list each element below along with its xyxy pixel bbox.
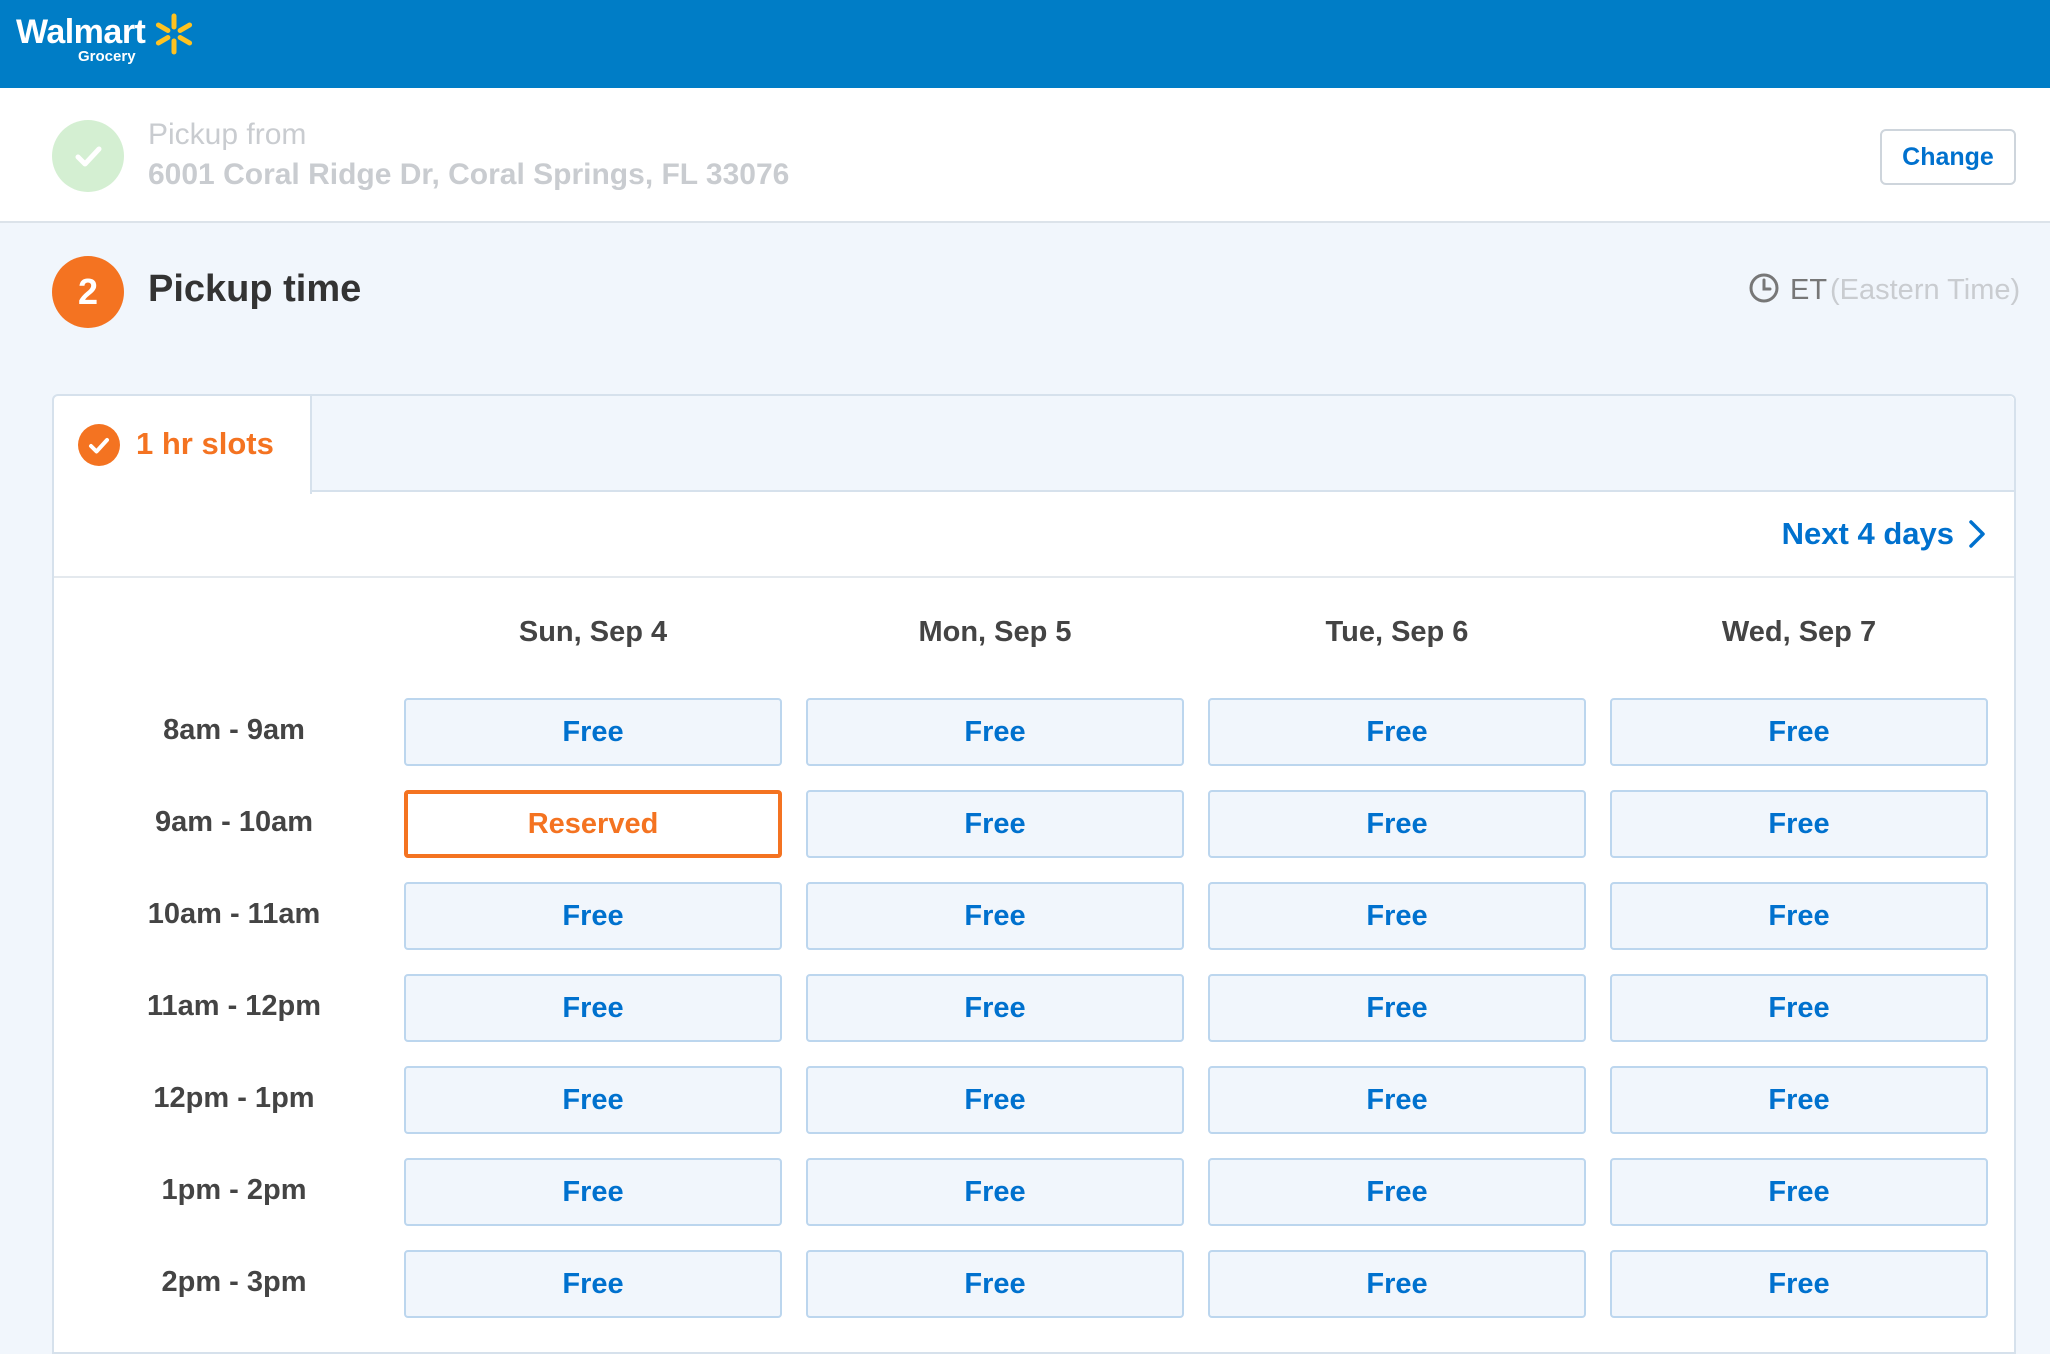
- day-header: Mon, Sep 5: [918, 616, 1072, 648]
- day-header: Tue, Sep 6: [1325, 616, 1469, 648]
- time-slot-button[interactable]: Free: [404, 1158, 782, 1226]
- time-slot-button[interactable]: Free: [1208, 1066, 1586, 1134]
- timezone-name: (Eastern Time): [1830, 274, 2021, 306]
- step-number-badge: 2: [52, 256, 124, 328]
- time-slot-button[interactable]: Free: [404, 698, 782, 766]
- time-slot-button[interactable]: Free: [404, 1066, 782, 1134]
- time-slot-button[interactable]: Free: [1610, 1250, 1988, 1318]
- slots-card: 1 hr slots Next 4 days Sun, Sep 4 Mon, Se…: [52, 394, 2016, 1354]
- time-slot-button[interactable]: Free: [806, 698, 1184, 766]
- spark-icon: [155, 13, 193, 55]
- time-range-label: 10am - 11am: [147, 898, 321, 930]
- pickup-address: 6001 Coral Ridge Dr, Coral Springs, FL 3…: [148, 158, 790, 191]
- time-slot-button[interactable]: Free: [1610, 790, 1988, 858]
- timezone-code: ET: [1790, 274, 1828, 306]
- page-title: Pickup time: [148, 268, 362, 310]
- time-slot-button[interactable]: Free: [1208, 698, 1586, 766]
- time-slot-button[interactable]: Free: [1208, 790, 1586, 858]
- time-range-label: 12pm - 1pm: [153, 1082, 315, 1114]
- time-slot-button[interactable]: Free: [806, 882, 1184, 950]
- selected-tab-badge: [78, 424, 120, 466]
- time-slot-button[interactable]: Free: [806, 790, 1184, 858]
- time-range-label: 9am - 10am: [155, 806, 313, 838]
- tab-1hr-slots[interactable]: 1 hr slots: [54, 396, 312, 494]
- next-days-label: Next 4 days: [1781, 516, 1954, 551]
- top-bar: Walmart Grocery: [0, 0, 2050, 88]
- check-icon: [89, 438, 109, 454]
- time-slot-button[interactable]: Free: [1208, 1250, 1586, 1318]
- pickup-from-section: Pickup from 6001 Coral Ridge Dr, Coral S…: [0, 88, 2050, 223]
- pickup-from-label: Pickup from: [148, 118, 307, 151]
- time-slot-button[interactable]: Free: [1208, 882, 1586, 950]
- time-range-label: 2pm - 3pm: [161, 1266, 307, 1298]
- time-slot-button[interactable]: Free: [404, 882, 782, 950]
- change-button[interactable]: Change: [1880, 129, 2016, 185]
- time-slot-button[interactable]: Free: [1610, 1158, 1988, 1226]
- time-slot-button[interactable]: Free: [1610, 974, 1988, 1042]
- next-days-link[interactable]: Next 4 days: [1782, 512, 1986, 556]
- time-slot-button[interactable]: Free: [806, 1158, 1184, 1226]
- slot-type-tabs: 1 hr slots: [54, 396, 2014, 494]
- time-slot-button[interactable]: Free: [1610, 882, 1988, 950]
- chevron-right-icon: [1969, 520, 1985, 548]
- walmart-logo[interactable]: Walmart Grocery: [16, 13, 146, 65]
- tab-label: 1 hr slots: [136, 426, 274, 461]
- brand-sub-name: Grocery: [78, 48, 136, 65]
- time-slot-button[interactable]: Free: [806, 1250, 1184, 1318]
- date-navigation: Next 4 days: [54, 494, 2014, 578]
- time-slot-button[interactable]: Free: [1610, 698, 1988, 766]
- time-slot-button[interactable]: Free: [806, 974, 1184, 1042]
- time-slot-button[interactable]: Free: [404, 1250, 782, 1318]
- time-slot-button[interactable]: Free: [404, 974, 782, 1042]
- check-icon: [75, 146, 102, 167]
- reserved-slot-button[interactable]: Reserved: [404, 790, 782, 858]
- time-range-label: 1pm - 2pm: [161, 1174, 307, 1206]
- time-range-label: 8am - 9am: [163, 714, 305, 746]
- day-header: Wed, Sep 7: [1721, 616, 1877, 648]
- brand-name: Walmart: [16, 13, 146, 51]
- time-slot-button[interactable]: Free: [806, 1066, 1184, 1134]
- step-complete-badge: [52, 120, 124, 192]
- time-range-label: 11am - 12pm: [146, 990, 322, 1022]
- clock-icon: [1749, 273, 1779, 303]
- time-slot-button[interactable]: Free: [1208, 1158, 1586, 1226]
- time-slot-button[interactable]: Free: [1610, 1066, 1988, 1134]
- time-slot-button[interactable]: Free: [1208, 974, 1586, 1042]
- day-header: Sun, Sep 4: [518, 616, 668, 648]
